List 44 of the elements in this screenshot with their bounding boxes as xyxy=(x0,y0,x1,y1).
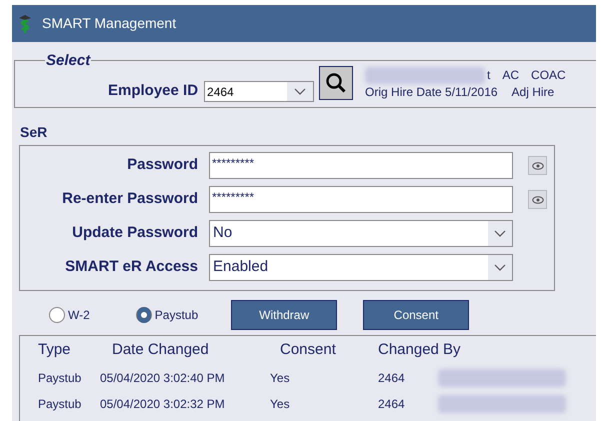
column-header: Type xyxy=(37,340,72,360)
field-label: Employee ID xyxy=(108,81,198,101)
column-header: Date Changed xyxy=(112,340,210,360)
action-button[interactable]: Withdraw xyxy=(231,300,338,330)
field-label: Password xyxy=(126,155,198,176)
table-cell-text: 2464 xyxy=(378,370,406,387)
info-text: Orig Hire Date 5/11/2016 xyxy=(365,84,498,101)
window-title: SMART Management xyxy=(42,14,176,33)
table-cell-text: Paystub xyxy=(37,370,82,387)
radio-button[interactable] xyxy=(136,306,152,322)
radio-option[interactable]: Paystub xyxy=(136,306,198,324)
dropdown-field[interactable]: No xyxy=(209,220,513,247)
eye-icon xyxy=(532,196,544,204)
employee-id-combo[interactable]: 2464 xyxy=(204,81,314,102)
search-icon xyxy=(325,72,348,94)
password-field[interactable]: ********* xyxy=(209,186,513,213)
table-cell-text: 2464 xyxy=(378,396,406,413)
field-label: Re-enter Password xyxy=(61,189,198,210)
chevron-down-icon xyxy=(294,88,306,95)
table-cell-text: 05/04/2020 3:02:40 PM xyxy=(100,370,226,387)
search-button[interactable] xyxy=(319,66,354,100)
radio-button[interactable] xyxy=(49,306,65,322)
column-header: Changed By xyxy=(378,340,462,360)
info-text: COAC xyxy=(531,67,566,84)
info-text: t xyxy=(487,67,490,84)
info-text: Adj Hire xyxy=(512,84,554,101)
show-password-button[interactable] xyxy=(528,156,547,175)
chevron-down-icon xyxy=(494,230,506,237)
table-cell-text: Yes xyxy=(270,370,291,387)
show-password-button[interactable] xyxy=(528,190,547,209)
table-cell-text: Yes xyxy=(270,396,291,413)
dropdown-field[interactable]: Enabled xyxy=(209,254,513,281)
password-field[interactable]: ********* xyxy=(209,152,513,179)
chevron-down-icon xyxy=(494,264,506,271)
radio-option[interactable]: W-2 xyxy=(49,306,90,324)
table-cell-text: 05/04/2020 3:02:32 PM xyxy=(100,396,226,413)
field-label: SMART eR Access xyxy=(64,257,198,278)
action-button[interactable]: Consent xyxy=(363,300,470,330)
field-label: Update Password xyxy=(71,223,198,244)
eye-icon xyxy=(532,162,544,170)
info-text: AC xyxy=(502,67,520,84)
table-cell-text: Paystub xyxy=(37,396,82,413)
column-header: Consent xyxy=(280,340,337,360)
section-title: SeR xyxy=(20,123,48,142)
